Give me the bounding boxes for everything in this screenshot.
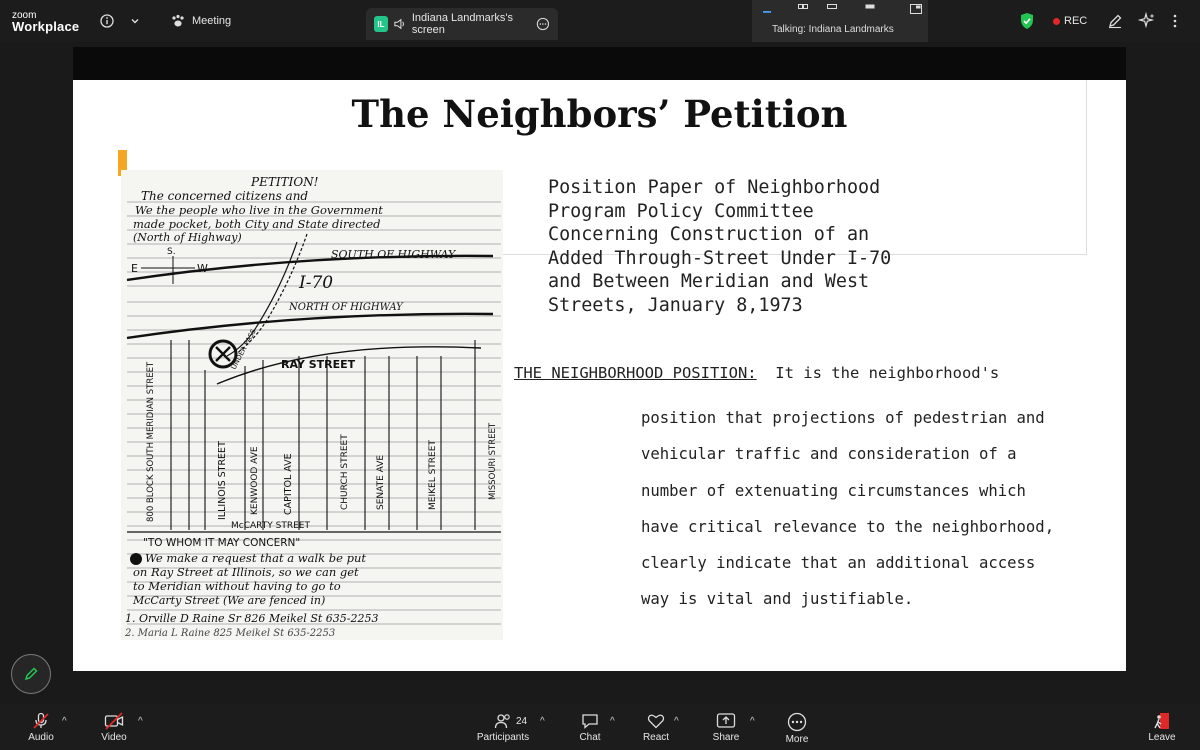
security-shield-icon[interactable] (1019, 0, 1035, 42)
camera-off-icon (104, 712, 124, 730)
shared-screen-area: The Neighbors’ Petition PETITION! The co… (73, 47, 1126, 671)
more-label: More (785, 734, 809, 745)
share-button[interactable]: Share (710, 704, 742, 750)
video-label: Video (101, 732, 127, 743)
heart-icon (647, 714, 665, 729)
petition-document-image: PETITION! The concerned citizens and We … (121, 170, 503, 640)
shared-screen-tab[interactable]: IL Indiana Landmarks's screen (366, 8, 558, 40)
compass-e: E (131, 262, 138, 275)
signature-1: 1. Orville D Raine Sr 826 Meikel St 635-… (125, 612, 378, 625)
rec-label: REC (1064, 15, 1088, 27)
talking-indicator: Talking: Indiana Landmarks (752, 0, 928, 42)
participants-options-caret-icon[interactable]: ^ (540, 716, 545, 727)
recording-status[interactable]: REC (1053, 0, 1087, 42)
signature-2: 2. Maria L Raine 825 Meikel St 635-2253 (124, 628, 335, 639)
floating-annotate-button[interactable] (11, 654, 51, 694)
chat-icon (582, 714, 598, 729)
brand-line2: Workplace (12, 19, 80, 34)
microphone-muted-icon (33, 712, 49, 729)
paw-icon (172, 14, 184, 27)
leave-button[interactable]: Leave (1146, 704, 1178, 750)
heading-tail: It is the neighborhood's (756, 364, 1000, 382)
chevron-down-icon[interactable] (130, 0, 144, 42)
meeting-toolbar: Audio ^ Video ^ Participants 24 ^ Chat ^… (0, 704, 1200, 750)
zoom-logo: zoom Workplace (12, 10, 80, 34)
meeting-menu[interactable]: Meeting (170, 0, 231, 42)
mccarty-street-label: McCARTY STREET (231, 521, 310, 531)
request-line-3: to Meridian without having to go to (133, 579, 341, 593)
speaker-view-icon[interactable] (865, 4, 875, 14)
audio-button[interactable]: Audio (26, 704, 56, 750)
recording-dot-icon (1053, 17, 1060, 25)
more-button[interactable]: More (782, 704, 812, 750)
audio-options-caret-icon[interactable]: ^ (62, 716, 67, 727)
meeting-label: Meeting (192, 15, 232, 27)
ai-companion-icon[interactable] (1138, 0, 1156, 42)
to-whom-label: "TO WHOM IT MAY CONCERN" (143, 537, 300, 549)
street-kenwood: KENWOOD AVE (250, 446, 260, 515)
share-badge: IL (374, 16, 388, 32)
speaker-icon (394, 18, 404, 30)
video-options-caret-icon[interactable]: ^ (138, 716, 143, 727)
compass-s: S. (167, 247, 176, 257)
presentation-slide: The Neighbors’ Petition PETITION! The co… (73, 80, 1126, 671)
street-missouri: MISSOURI STREET (488, 422, 498, 500)
petition-line-4: (North of Highway) (133, 231, 242, 244)
react-label: React (642, 732, 670, 743)
talking-label: Talking: Indiana Landmarks (772, 24, 894, 35)
more-options-icon[interactable] (536, 16, 550, 32)
pip-icon[interactable] (910, 4, 922, 14)
request-line-4: McCarty Street (We are fenced in) (132, 594, 325, 607)
react-button[interactable]: React (640, 704, 672, 750)
pencil-icon (24, 667, 38, 681)
audio-label: Audio (28, 732, 54, 743)
top-bar: zoom Workplace Meeting IL Indiana Landma… (0, 0, 1200, 42)
share-options-caret-icon[interactable]: ^ (750, 716, 755, 727)
heading-underlined: THE NEIGHBORHOOD POSITION: (514, 364, 757, 382)
share-screen-icon (716, 713, 736, 728)
petition-line-3: made pocket, both City and State directe… (133, 217, 381, 231)
more-menu-icon[interactable] (1172, 0, 1178, 42)
slide-title: The Neighbors’ Petition (351, 92, 848, 136)
request-line-2: on Ray Street at Illinois, so we can get (133, 565, 359, 579)
petition-title: PETITION! (250, 175, 319, 189)
participants-icon (494, 714, 510, 729)
share-label: Share (712, 732, 740, 743)
gallery-view-icon[interactable] (827, 4, 837, 14)
street-illinois: ILLINOIS STREET (217, 441, 228, 520)
leave-label: Leave (1148, 732, 1176, 743)
street-meridian: 800 BLOCK SOUTH MERIDIAN STREET (146, 361, 156, 522)
petition-line-1: The concerned citizens and (141, 189, 308, 203)
street-capitol: CAPITOL AVE (283, 453, 294, 515)
view-controls (752, 4, 928, 16)
chat-options-caret-icon[interactable]: ^ (610, 716, 615, 727)
neighborhood-position-body: position that projections of pedestrian … (641, 409, 1055, 609)
petition-line-2: We the people who live in the Government (135, 203, 383, 217)
grid-view-icon[interactable] (798, 4, 808, 14)
info-icon[interactable] (100, 0, 118, 42)
south-of-highway: SOUTH OF HIGHWAY (331, 248, 457, 261)
street-meikel: MEIKEL STREET (428, 440, 438, 510)
video-button[interactable]: Video (98, 704, 130, 750)
north-of-highway: NORTH OF HIGHWAY (288, 302, 404, 313)
i70-label: I-70 (298, 273, 333, 293)
position-paper-text: Position Paper of Neighborhood Program P… (548, 177, 892, 316)
street-church: CHURCH STREET (340, 434, 350, 510)
participants-count: 24 (516, 716, 528, 727)
more-icon (787, 712, 807, 732)
ray-street-label: RAY STREET (281, 358, 356, 371)
request-line-1: We make a request that a walk be put (145, 551, 366, 565)
neighborhood-position-heading: THE NEIGHBORHOOD POSITION: It is the nei… (514, 364, 999, 382)
participants-label: Participants (476, 732, 530, 743)
chat-button[interactable]: Chat (576, 704, 604, 750)
leave-door-icon (1154, 713, 1169, 729)
minimize-icon[interactable] (762, 4, 772, 14)
share-tab-label: Indiana Landmarks's screen (411, 12, 514, 36)
participants-button[interactable]: Participants (474, 704, 532, 750)
react-options-caret-icon[interactable]: ^ (674, 716, 679, 727)
chat-label: Chat (579, 732, 601, 743)
annotate-pen-icon[interactable] (1107, 0, 1123, 42)
street-senate: SENATE AVE (376, 455, 386, 510)
